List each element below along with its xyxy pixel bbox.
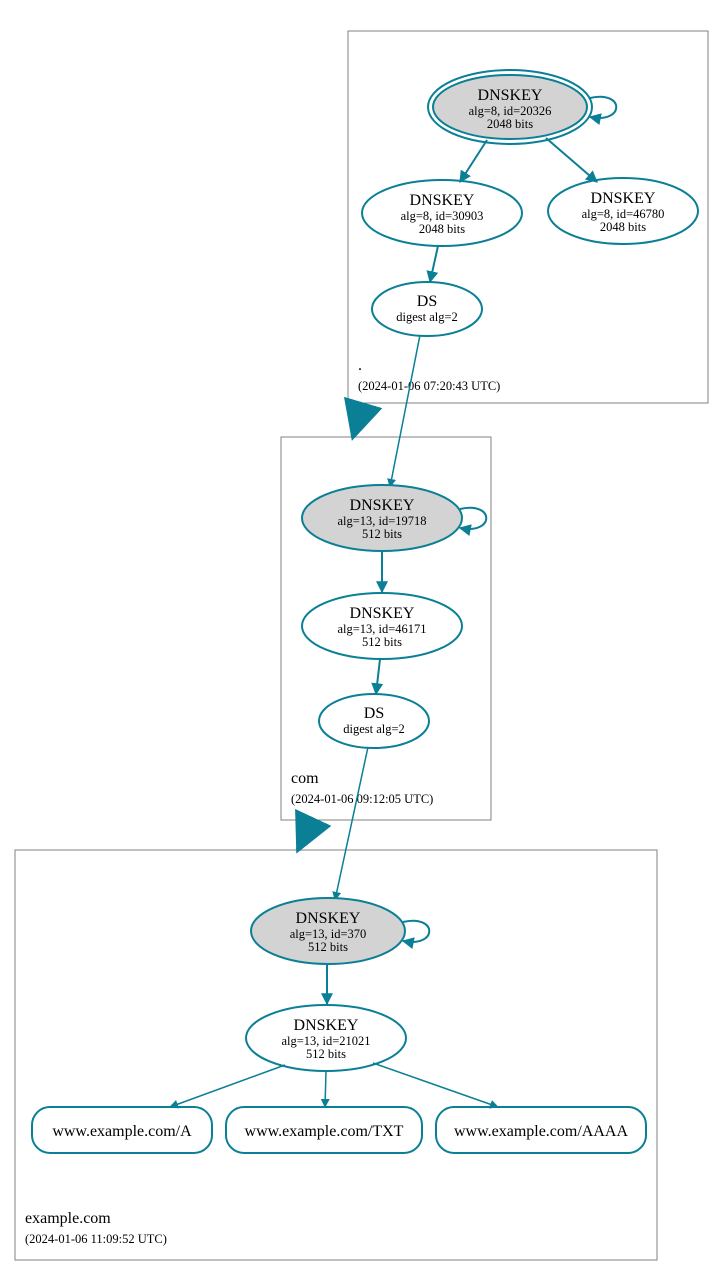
svg-text:512 bits: 512 bits	[308, 940, 348, 954]
svg-text:DNSKEY: DNSKEY	[410, 192, 475, 209]
edge-root-zsk-to-ds	[430, 246, 438, 282]
edge-root-ksk-to-other	[546, 138, 597, 182]
node-root-other-key: DNSKEY alg=8, id=46780 2048 bits	[548, 178, 698, 244]
svg-text:alg=13, id=370: alg=13, id=370	[290, 927, 367, 941]
svg-text:www.example.com/A: www.example.com/A	[52, 1123, 192, 1140]
edge-ex-zsk-to-txt	[325, 1071, 326, 1107]
edge-root-ds-to-com-ksk	[390, 335, 420, 487]
svg-text:digest alg=2: digest alg=2	[343, 722, 405, 736]
edge-zone-root-to-com	[353, 403, 363, 437]
svg-text:DNSKEY: DNSKEY	[350, 605, 415, 622]
node-example-zsk: DNSKEY alg=13, id=21021 512 bits	[246, 1005, 406, 1071]
svg-text:DNSKEY: DNSKEY	[478, 87, 543, 104]
svg-text:DNSKEY: DNSKEY	[294, 1017, 359, 1034]
svg-text:www.example.com/AAAA: www.example.com/AAAA	[454, 1123, 628, 1140]
svg-text:512 bits: 512 bits	[362, 635, 402, 649]
svg-text:www.example.com/TXT: www.example.com/TXT	[245, 1123, 404, 1140]
edge-com-ds-to-ex-ksk	[335, 747, 368, 900]
dnssec-diagram: . (2024-01-06 07:20:43 UTC) DNSKEY alg=8…	[0, 0, 724, 1278]
node-rr-aaaa: www.example.com/AAAA	[436, 1107, 646, 1153]
svg-text:alg=13, id=46171: alg=13, id=46171	[337, 622, 426, 636]
node-com-ksk: DNSKEY alg=13, id=19718 512 bits	[302, 485, 462, 551]
edge-ex-zsk-to-aaaa	[373, 1063, 498, 1107]
svg-text:2048 bits: 2048 bits	[487, 117, 533, 131]
node-rr-txt: www.example.com/TXT	[226, 1107, 422, 1153]
node-com-zsk: DNSKEY alg=13, id=46171 512 bits	[302, 593, 462, 659]
edge-ex-zsk-to-a	[170, 1065, 285, 1107]
svg-text:512 bits: 512 bits	[306, 1047, 346, 1061]
zone-root-timestamp: (2024-01-06 07:20:43 UTC)	[358, 379, 500, 393]
svg-text:2048 bits: 2048 bits	[600, 220, 646, 234]
svg-text:DNSKEY: DNSKEY	[591, 190, 656, 207]
svg-text:DNSKEY: DNSKEY	[350, 497, 415, 514]
edge-root-ksk-self	[590, 97, 616, 118]
edge-com-ksk-self	[460, 508, 486, 529]
node-root-ds: DS digest alg=2	[372, 282, 482, 336]
svg-text:DS: DS	[417, 293, 437, 310]
svg-text:digest alg=2: digest alg=2	[396, 310, 458, 324]
zone-com-timestamp: (2024-01-06 09:12:05 UTC)	[291, 792, 433, 806]
node-root-zsk: DNSKEY alg=8, id=30903 2048 bits	[362, 180, 522, 246]
svg-text:alg=8, id=46780: alg=8, id=46780	[582, 207, 665, 221]
svg-text:alg=8, id=20326: alg=8, id=20326	[469, 104, 552, 118]
zone-example-com-timestamp: (2024-01-06 11:09:52 UTC)	[25, 1232, 167, 1246]
edge-zone-com-to-example	[298, 820, 312, 850]
node-example-ksk: DNSKEY alg=13, id=370 512 bits	[251, 898, 405, 964]
zone-example-com-name: example.com	[25, 1210, 111, 1227]
svg-text:DNSKEY: DNSKEY	[296, 910, 361, 927]
node-com-ds: DS digest alg=2	[319, 694, 429, 748]
edge-root-ksk-to-zsk	[460, 140, 487, 182]
edge-example-ksk-self	[403, 921, 429, 942]
svg-text:alg=8, id=30903: alg=8, id=30903	[401, 209, 484, 223]
svg-text:2048 bits: 2048 bits	[419, 222, 465, 236]
zone-root-name: .	[358, 357, 362, 374]
svg-text:512 bits: 512 bits	[362, 527, 402, 541]
node-root-ksk: DNSKEY alg=8, id=20326 2048 bits	[428, 70, 592, 144]
svg-text:alg=13, id=21021: alg=13, id=21021	[281, 1034, 370, 1048]
node-rr-a: www.example.com/A	[32, 1107, 212, 1153]
zone-com-name: com	[291, 770, 319, 787]
edge-com-zsk-to-ds	[376, 659, 380, 694]
svg-text:alg=13, id=19718: alg=13, id=19718	[337, 514, 426, 528]
svg-text:DS: DS	[364, 705, 384, 722]
